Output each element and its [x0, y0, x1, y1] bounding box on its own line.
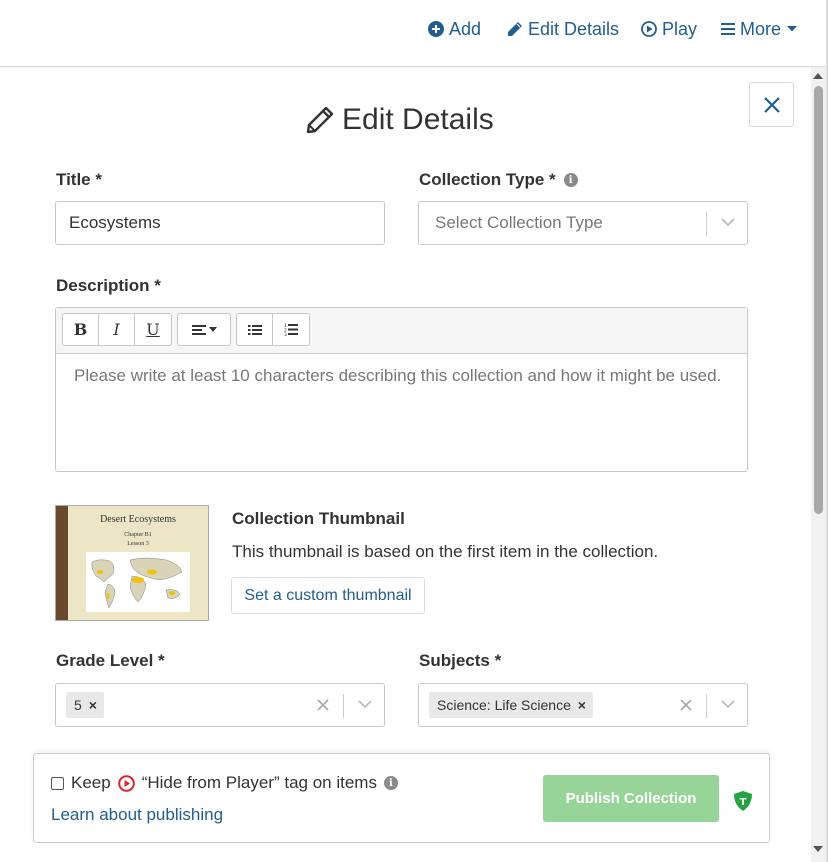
svg-text:3: 3 — [284, 332, 287, 336]
caret-down-icon — [208, 326, 217, 332]
clear-icon[interactable] — [680, 699, 692, 711]
editor-toolbar: B I U 123 — [56, 308, 747, 354]
align-left-icon — [191, 324, 206, 335]
numbered-list-button[interactable]: 123 — [273, 314, 309, 345]
underline-button[interactable]: U — [135, 314, 171, 345]
scroll-down-arrow-icon[interactable] — [812, 845, 824, 853]
thumbnail-title: Collection Thumbnail — [232, 509, 405, 528]
description-editor[interactable]: B I U 123 Please write at least 10 chara… — [55, 307, 748, 472]
description-label: Description * — [56, 276, 161, 295]
publish-collection-button[interactable]: Publish Collection — [543, 775, 719, 822]
subjects-select[interactable]: Science: Life Science × — [418, 683, 748, 727]
keep-hide-tag-option: Keep “Hide from Player” tag on items i — [51, 773, 398, 793]
bullet-list-button[interactable] — [237, 314, 273, 345]
play-label: Play — [662, 18, 698, 39]
chevron-down-icon[interactable] — [721, 699, 735, 709]
collection-type-label-text: Collection Type * — [419, 170, 556, 189]
grade-level-label: Grade Level * — [56, 651, 165, 670]
select-separator — [706, 212, 707, 236]
publish-footer: Keep “Hide from Player” tag on items i L… — [33, 753, 770, 843]
scrollbar-thumb[interactable] — [814, 86, 823, 514]
book-spine — [56, 506, 68, 620]
collection-type-placeholder: Select Collection Type — [435, 213, 603, 232]
italic-button[interactable]: I — [99, 314, 135, 345]
chevron-down-icon[interactable] — [721, 217, 735, 227]
title-label: Title * — [56, 170, 102, 189]
play-circle-icon — [641, 21, 657, 37]
page-title-text: Edit Details — [342, 103, 494, 136]
thumbnail-image-line2: Lesson 3 — [127, 541, 149, 547]
align-dropdown-button[interactable] — [178, 314, 230, 345]
numbered-list-icon: 123 — [284, 323, 298, 336]
thumbnail-description: This thumbnail is based on the first ite… — [232, 542, 659, 561]
svg-text:T: T — [740, 797, 747, 808]
collection-type-select[interactable]: Select Collection Type — [418, 201, 748, 245]
shield-icon: T — [734, 791, 752, 811]
hamburger-icon — [721, 23, 735, 35]
collection-thumbnail-image: Desert Ecosystems Chapter B1 Lesson 3 — [55, 505, 209, 621]
subjects-label: Subjects * — [419, 651, 502, 670]
scroll-up-arrow-icon[interactable] — [812, 72, 824, 80]
format-group: B I U — [62, 313, 172, 346]
subject-chip-label: Science: Life Science — [437, 697, 571, 713]
description-placeholder: Please write at least 10 characters desc… — [74, 366, 722, 385]
thumbnail-image-line1: Chapter B1 — [124, 532, 152, 538]
edit-details-button[interactable]: Edit Details — [507, 18, 619, 40]
thumbnail-image-title: Desert Ecosystems — [100, 514, 176, 525]
align-group — [177, 313, 231, 346]
title-input[interactable]: Ecosystems — [55, 201, 385, 245]
learn-about-publishing-link[interactable]: Learn about publishing — [51, 805, 223, 825]
keep-prefix-label: Keep — [71, 773, 111, 792]
more-menu-button[interactable]: More — [721, 18, 798, 40]
info-icon[interactable]: i — [563, 173, 578, 187]
pencil-icon — [306, 106, 334, 134]
plus-circle-icon — [428, 21, 444, 37]
clear-icon[interactable] — [317, 699, 329, 711]
play-button[interactable]: Play — [641, 18, 697, 40]
play-circle-icon — [117, 774, 135, 792]
subject-chip: Science: Life Science × — [429, 692, 593, 718]
grade-chip-label: 5 — [74, 697, 82, 713]
grade-chip: 5 × — [66, 692, 104, 718]
remove-chip-icon[interactable]: × — [571, 697, 593, 713]
info-icon[interactable]: i — [383, 776, 398, 790]
close-button[interactable] — [749, 82, 794, 127]
add-label: Add — [449, 18, 482, 39]
remove-chip-icon[interactable]: × — [82, 697, 104, 713]
edit-details-label: Edit Details — [528, 18, 620, 39]
page-title: Edit Details — [306, 103, 494, 137]
select-separator — [343, 694, 344, 718]
top-nav-bar: Add Edit Details Play More — [0, 0, 826, 67]
close-icon — [763, 96, 780, 113]
select-separator — [706, 694, 707, 718]
keep-suffix-label: “Hide from Player” tag on items — [141, 773, 377, 792]
bullet-list-icon — [247, 324, 262, 335]
bold-button[interactable]: B — [63, 314, 99, 345]
add-button[interactable]: Add — [428, 18, 481, 40]
caret-down-icon — [787, 26, 798, 32]
more-label: More — [740, 18, 782, 39]
set-custom-thumbnail-button[interactable]: Set a custom thumbnail — [231, 577, 425, 614]
thumbnail-image-subtitle: Chapter B1 Lesson 3 — [68, 531, 208, 549]
collection-type-label: Collection Type * i — [419, 170, 578, 190]
keep-hide-tag-checkbox[interactable] — [51, 776, 64, 790]
chevron-down-icon[interactable] — [358, 699, 372, 709]
grade-level-select[interactable]: 5 × — [55, 683, 385, 727]
world-map-icon — [86, 552, 190, 612]
pencil-icon — [508, 22, 522, 36]
list-group: 123 — [236, 313, 310, 346]
